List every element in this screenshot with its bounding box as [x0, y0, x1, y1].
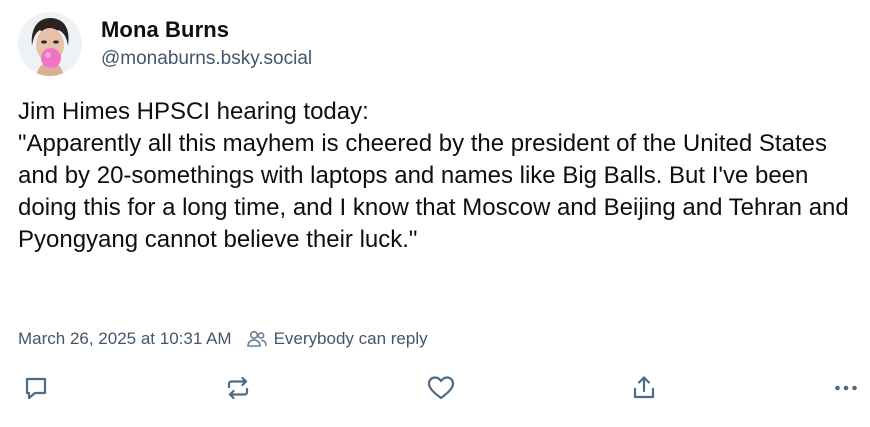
post-timestamp[interactable]: March 26, 2025 at 10:31 AM	[18, 329, 232, 349]
reply-icon	[25, 377, 47, 400]
more-options-button[interactable]	[828, 370, 864, 406]
post-card: Mona Burns @monaburns.bsky.social Jim Hi…	[0, 0, 870, 427]
post-header: Mona Burns @monaburns.bsky.social	[18, 12, 312, 76]
post-text: Jim Himes HPSCI hearing today: "Apparent…	[18, 98, 849, 253]
author-display-name[interactable]: Mona Burns	[101, 16, 312, 44]
avatar[interactable]	[18, 12, 82, 76]
more-icon	[835, 385, 857, 391]
post-meta: March 26, 2025 at 10:31 AM Everybody can…	[18, 329, 428, 349]
post-actions	[0, 370, 870, 410]
people-icon	[246, 330, 268, 348]
like-button[interactable]	[423, 370, 459, 406]
repost-button[interactable]	[220, 370, 256, 406]
share-icon	[633, 376, 655, 399]
author-names: Mona Burns @monaburns.bsky.social	[101, 16, 312, 72]
avatar-image	[18, 12, 82, 76]
reply-button[interactable]	[18, 370, 54, 406]
author-handle[interactable]: @monaburns.bsky.social	[101, 46, 312, 72]
like-icon	[427, 376, 455, 400]
repost-icon	[227, 376, 249, 400]
reply-setting[interactable]: Everybody can reply	[274, 329, 428, 349]
share-button[interactable]	[626, 370, 662, 406]
